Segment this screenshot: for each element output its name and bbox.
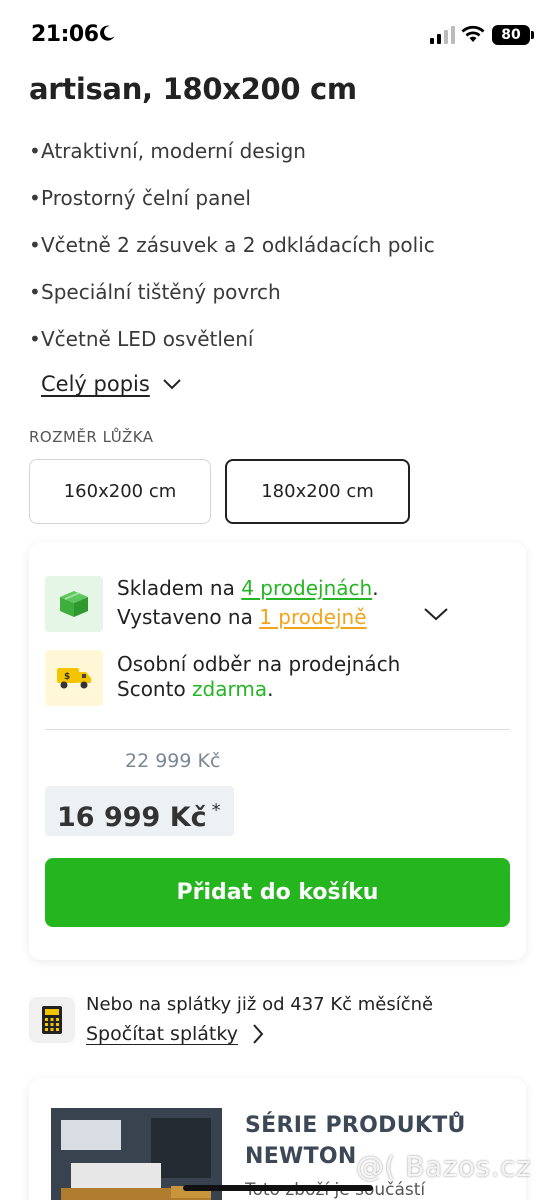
old-price: 22 999 Kč — [125, 750, 221, 772]
size-option-180x200[interactable]: 180x200 cm — [225, 459, 410, 524]
battery-indicator: 80 — [492, 25, 530, 45]
chevron-down-icon[interactable] — [423, 606, 449, 622]
status-time: 21:06 — [31, 22, 99, 47]
status-bar: 21:06 80 — [0, 0, 555, 70]
calculate-installments-link[interactable]: Spočítat splátky — [86, 1023, 264, 1045]
size-option-160x200[interactable]: 160x200 cm — [29, 459, 211, 524]
product-title: artisan, 180x200 cm — [29, 72, 357, 106]
feature-item: •Včetně 2 zásuvek a 2 odkládacích polic — [29, 233, 435, 257]
full-description-toggle[interactable]: Celý popis — [41, 372, 182, 396]
stock-availability: Skladem na 4 prodejnách. Vystaveno na 1 … — [117, 576, 379, 629]
divider — [45, 729, 510, 730]
full-description-label: Celý popis — [41, 372, 150, 396]
feature-item: •Prostorný čelní panel — [29, 186, 251, 210]
installment-info: Nebo na splátky již od 437 Kč měsíčně — [86, 994, 434, 1015]
stores-in-stock-link[interactable]: 4 prodejnách — [241, 576, 372, 600]
current-price: 16 999 Kč * — [45, 786, 234, 836]
pickup-info: Osobní odběr na prodejnách Sconto zdarma… — [117, 652, 401, 701]
feature-list: •Atraktivní, moderní design •Prostorný č… — [29, 136, 435, 371]
feature-item: •Speciální tištěný povrch — [29, 280, 281, 304]
free-label: zdarma — [192, 677, 268, 701]
bed-size-label: ROZMĚR LŮŽKA — [29, 428, 154, 446]
signal-icon — [430, 26, 455, 44]
stores-on-display-link[interactable]: 1 prodejně — [259, 605, 366, 629]
feature-item: •Včetně LED osvětlení — [29, 327, 254, 351]
calculate-installments-label: Spočítat splátky — [86, 1023, 238, 1045]
delivery-truck-icon: $ — [45, 650, 103, 706]
add-to-cart-button[interactable]: Přidat do košíku — [45, 858, 510, 927]
home-indicator — [183, 1185, 373, 1191]
svg-text:$: $ — [64, 672, 70, 682]
chevron-down-icon — [163, 379, 181, 390]
feature-item: •Atraktivní, moderní design — [29, 139, 306, 163]
wifi-icon — [461, 25, 485, 42]
moon-icon — [100, 25, 115, 41]
battery-tip — [531, 31, 534, 39]
calculator-icon — [29, 997, 75, 1043]
watermark: @( Bazos.cz — [356, 1150, 532, 1183]
stock-box-icon — [45, 576, 103, 632]
chevron-right-icon — [253, 1024, 264, 1044]
